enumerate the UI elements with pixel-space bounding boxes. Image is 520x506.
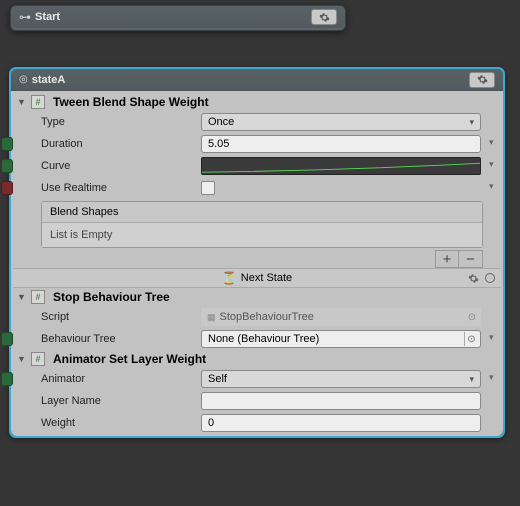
animator-dropdown[interactable]: Self — [201, 370, 481, 388]
script-icon: # — [31, 95, 45, 109]
layername-label: Layer Name — [41, 395, 201, 407]
tween-component-header[interactable]: ▼ # Tween Blend Shape Weight — [13, 93, 501, 111]
bt-row: Behaviour Tree None (Behaviour Tree) ⊙ ▾ — [13, 328, 501, 350]
object-picker-icon: ⊙ — [465, 310, 479, 324]
bt-value: None (Behaviour Tree) — [208, 333, 319, 345]
circle-icon[interactable] — [485, 273, 495, 283]
realtime-checkbox[interactable] — [201, 181, 215, 195]
object-picker-icon[interactable]: ⊙ — [464, 332, 478, 346]
tween-title: Tween Blend Shape Weight — [53, 95, 209, 109]
transition-label: Next State — [241, 272, 292, 284]
type-label: Type — [41, 116, 201, 128]
layername-input[interactable] — [201, 392, 481, 410]
weight-label: Weight — [41, 417, 201, 429]
gear-icon — [319, 12, 330, 23]
duration-port[interactable] — [1, 137, 13, 151]
realtime-row: Use Realtime ▾ — [13, 177, 501, 199]
start-title: Start — [35, 11, 60, 23]
curve-label: Curve — [41, 160, 201, 172]
statea-header[interactable]: ◎ stateA — [11, 69, 503, 91]
gear-icon[interactable] — [468, 273, 479, 284]
list-add-button[interactable]: + — [435, 250, 459, 268]
duration-row: Duration 5.05 ▾ — [13, 133, 501, 155]
script-icon: # — [31, 352, 45, 366]
type-row: Type Once — [13, 111, 501, 133]
animator-port[interactable] — [1, 372, 13, 386]
duration-menu-icon[interactable]: ▾ — [489, 137, 499, 147]
bt-menu-icon[interactable]: ▾ — [489, 332, 499, 342]
realtime-port[interactable] — [1, 181, 13, 195]
realtime-menu-icon[interactable]: ▾ — [489, 181, 499, 191]
animator-label: Animator — [41, 373, 201, 385]
script-row: Script ▦ StopBehaviourTree ⊙ — [13, 306, 501, 328]
duration-label: Duration — [41, 138, 201, 150]
statea-title: stateA — [32, 74, 66, 86]
script-file-icon: ▦ — [207, 312, 216, 323]
script-label: Script — [41, 311, 201, 323]
weight-row: Weight 0 — [13, 412, 501, 434]
start-settings-button[interactable] — [311, 9, 337, 25]
statea-body: ▼ # Tween Blend Shape Weight Type Once D… — [11, 91, 503, 436]
script-icon: # — [31, 290, 45, 304]
script-field: ▦ StopBehaviourTree ⊙ — [201, 308, 481, 326]
duration-value: 5.05 — [208, 138, 229, 150]
realtime-label: Use Realtime — [41, 182, 201, 194]
weight-value: 0 — [208, 417, 214, 429]
statea-node[interactable]: ◎ stateA ▼ # Tween Blend Shape Weight Ty… — [10, 68, 504, 437]
duration-input[interactable]: 5.05 — [201, 135, 481, 153]
foldout-icon[interactable]: ▼ — [17, 292, 27, 302]
hourglass-icon: ⏳ — [222, 271, 237, 285]
start-node[interactable]: ⊶ Start — [10, 5, 346, 31]
animlayer-component-header[interactable]: ▼ # Animator Set Layer Weight — [13, 350, 501, 368]
transition-bar[interactable]: ⏳ Next State — [13, 268, 501, 288]
script-value: StopBehaviourTree — [220, 311, 314, 323]
bt-port[interactable] — [1, 332, 13, 346]
bt-object-field[interactable]: None (Behaviour Tree) ⊙ — [201, 330, 481, 348]
type-value: Once — [208, 116, 234, 128]
blendshapes-list: Blend Shapes List is Empty — [41, 201, 483, 248]
stopbt-title: Stop Behaviour Tree — [53, 290, 170, 304]
blendshapes-header: Blend Shapes — [42, 202, 482, 223]
bt-label: Behaviour Tree — [41, 333, 201, 345]
type-dropdown[interactable]: Once — [201, 113, 481, 131]
list-remove-button[interactable]: − — [459, 250, 483, 268]
target-icon: ◎ — [19, 74, 28, 85]
start-header[interactable]: ⊶ Start — [11, 6, 345, 28]
blendshapes-empty: List is Empty — [42, 223, 482, 247]
layername-row: Layer Name — [13, 390, 501, 412]
foldout-icon[interactable]: ▼ — [17, 97, 27, 107]
curve-field[interactable] — [201, 157, 481, 175]
animator-menu-icon[interactable]: ▾ — [489, 372, 499, 382]
animator-row: Animator Self ▾ — [13, 368, 501, 390]
stopbt-component-header[interactable]: ▼ # Stop Behaviour Tree — [13, 288, 501, 306]
weight-input[interactable]: 0 — [201, 414, 481, 432]
curve-row: Curve ▾ — [13, 155, 501, 177]
gear-icon — [477, 74, 488, 85]
foldout-icon[interactable]: ▼ — [17, 354, 27, 364]
animlayer-title: Animator Set Layer Weight — [53, 352, 206, 366]
curve-port[interactable] — [1, 159, 13, 173]
link-icon: ⊶ — [19, 10, 31, 24]
curve-menu-icon[interactable]: ▾ — [489, 159, 499, 169]
statea-settings-button[interactable] — [469, 72, 495, 88]
animator-value: Self — [208, 373, 227, 385]
